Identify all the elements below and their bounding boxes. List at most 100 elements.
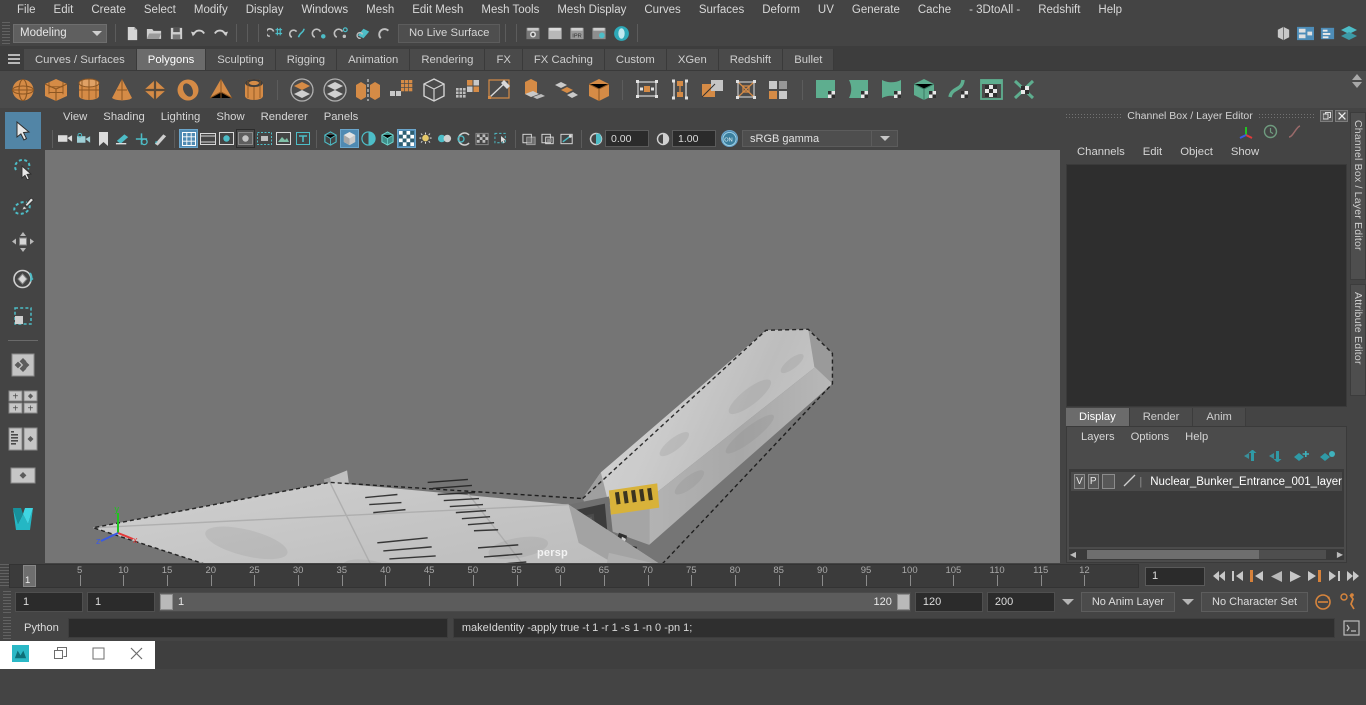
uv-planar-icon[interactable] bbox=[810, 73, 843, 107]
layer-color-swatch-icon[interactable] bbox=[1122, 473, 1138, 491]
playback-start-time-field[interactable]: 1 bbox=[87, 592, 155, 612]
time-slider-grip[interactable] bbox=[0, 564, 9, 588]
undock-icon[interactable] bbox=[1320, 110, 1333, 122]
redo-icon[interactable] bbox=[209, 22, 231, 44]
layer-menu-layers[interactable]: Layers bbox=[1073, 431, 1123, 443]
range-right-handle[interactable] bbox=[896, 594, 910, 610]
motion-blur-icon[interactable] bbox=[454, 129, 473, 148]
single-perspective-layout-icon[interactable] bbox=[5, 457, 41, 494]
color-management-toggle-icon[interactable]: ON bbox=[721, 130, 738, 147]
channel-box-menu-edit[interactable]: Edit bbox=[1134, 146, 1171, 158]
shelf-tab-fx[interactable]: FX bbox=[485, 49, 523, 70]
persp-outliner-layout-icon[interactable]: + + + bbox=[5, 383, 41, 420]
attribute-editor-icon[interactable] bbox=[1316, 22, 1338, 44]
menu-item-redshift[interactable]: Redshift bbox=[1029, 0, 1089, 20]
offset-edge-loop-icon[interactable] bbox=[696, 73, 729, 107]
layer-shading-toggle[interactable] bbox=[1101, 474, 1116, 489]
bridge-icon[interactable] bbox=[582, 73, 615, 107]
step-back-keyframe-icon[interactable] bbox=[1230, 567, 1246, 585]
shelf-scroll-down-icon[interactable] bbox=[1352, 82, 1362, 88]
rotate-tool-icon[interactable] bbox=[5, 260, 41, 297]
ipr-render-icon[interactable] bbox=[544, 22, 566, 44]
gamma-value-field[interactable]: 1.00 bbox=[672, 130, 716, 147]
save-scene-icon[interactable] bbox=[165, 22, 187, 44]
color-space-dropdown-arrow[interactable] bbox=[872, 130, 898, 147]
shadows-icon[interactable] bbox=[416, 129, 435, 148]
select-camera-icon[interactable] bbox=[56, 129, 75, 148]
exposure-value-field[interactable]: 0.00 bbox=[605, 130, 649, 147]
grid-icon[interactable] bbox=[179, 129, 198, 148]
quad-draw-icon[interactable] bbox=[450, 73, 483, 107]
four-view-layout-icon[interactable] bbox=[5, 346, 41, 383]
close-window-icon[interactable] bbox=[130, 647, 143, 663]
animation-end-time-field[interactable]: 200 bbox=[986, 592, 1055, 612]
maximize-window-icon[interactable] bbox=[92, 647, 105, 663]
poly-pipe-icon[interactable] bbox=[237, 73, 270, 107]
menu-item-mesh-display[interactable]: Mesh Display bbox=[548, 0, 635, 20]
scrollbar-track[interactable] bbox=[1087, 550, 1326, 559]
menu-item-curves[interactable]: Curves bbox=[635, 0, 689, 20]
shelf-tab-sculpting[interactable]: Sculpting bbox=[206, 49, 276, 70]
panel-drag-dots[interactable] bbox=[1065, 113, 1123, 119]
range-slider-grip[interactable] bbox=[3, 591, 11, 613]
command-line-grip[interactable] bbox=[3, 617, 11, 639]
snap-to-projected-center-icon[interactable] bbox=[330, 22, 352, 44]
insert-edge-loop-icon[interactable] bbox=[663, 73, 696, 107]
poly-sphere-icon[interactable] bbox=[6, 73, 39, 107]
detach-components-icon[interactable] bbox=[762, 73, 795, 107]
persp-graph-layout-icon[interactable] bbox=[5, 420, 41, 457]
bevel-icon[interactable] bbox=[549, 73, 582, 107]
shelf-tab-polygons[interactable]: Polygons bbox=[136, 49, 207, 70]
camera-attributes-icon[interactable] bbox=[75, 129, 94, 148]
poly-cube-icon[interactable] bbox=[39, 73, 72, 107]
poly-cone-icon[interactable] bbox=[105, 73, 138, 107]
layer-editor-tab-display[interactable]: Display bbox=[1066, 408, 1130, 426]
poly-torus-icon[interactable] bbox=[171, 73, 204, 107]
menu-item-generate[interactable]: Generate bbox=[843, 0, 909, 20]
open-scene-icon[interactable] bbox=[143, 22, 165, 44]
menu-item-windows[interactable]: Windows bbox=[292, 0, 357, 20]
menu-item-cache[interactable]: Cache bbox=[909, 0, 960, 20]
layer-editor-tab-render[interactable]: Render bbox=[1129, 408, 1194, 426]
uv-editor-icon[interactable] bbox=[975, 73, 1008, 107]
outliner-icon[interactable] bbox=[1272, 22, 1294, 44]
menu-item-deform[interactable]: Deform bbox=[753, 0, 809, 20]
anim-layer-dropdown-arrow[interactable] bbox=[1061, 599, 1074, 605]
layer-menu-options[interactable]: Options bbox=[1123, 431, 1178, 443]
menu-item-surfaces[interactable]: Surfaces bbox=[690, 0, 753, 20]
scale-tool-icon[interactable] bbox=[5, 297, 41, 334]
image-plane-icon[interactable] bbox=[113, 129, 132, 148]
step-forward-frame-icon[interactable] bbox=[1306, 567, 1322, 585]
menu-item-modify[interactable]: Modify bbox=[185, 0, 237, 20]
uv-cylindrical-icon[interactable] bbox=[843, 73, 876, 107]
animation-start-time-field[interactable]: 1 bbox=[15, 592, 83, 612]
menu-item-select[interactable]: Select bbox=[135, 0, 185, 20]
connect-components-icon[interactable] bbox=[729, 73, 762, 107]
layer-row[interactable]: V P | Nuclear_Bunker_Entrance_001_layer bbox=[1071, 472, 1342, 491]
xray-joints-icon[interactable] bbox=[558, 129, 577, 148]
snap-to-view-plane-icon[interactable] bbox=[352, 22, 374, 44]
gamma-adjust-icon[interactable] bbox=[653, 129, 672, 148]
shelf-tab-redshift[interactable]: Redshift bbox=[718, 49, 784, 70]
text-overlay-icon[interactable] bbox=[293, 129, 312, 148]
uv-unfold-icon[interactable] bbox=[942, 73, 975, 107]
layer-menu-help[interactable]: Help bbox=[1177, 431, 1216, 443]
resolution-gate-icon[interactable] bbox=[217, 129, 236, 148]
undo-icon[interactable] bbox=[187, 22, 209, 44]
go-to-start-icon[interactable] bbox=[1211, 567, 1227, 585]
animation-preferences-icon[interactable] bbox=[1338, 592, 1360, 612]
xray-icon[interactable] bbox=[520, 129, 539, 148]
channel-box-fields-area[interactable] bbox=[1066, 164, 1347, 407]
snap-to-point-icon[interactable] bbox=[308, 22, 330, 44]
target-weld-icon[interactable] bbox=[630, 73, 663, 107]
scroll-right-icon[interactable]: ▶ bbox=[1336, 550, 1344, 559]
grease-pencil-icon[interactable] bbox=[151, 129, 170, 148]
menu-item-create[interactable]: Create bbox=[82, 0, 135, 20]
move-layer-up-icon[interactable] bbox=[1244, 449, 1259, 465]
shelf-tab-xgen[interactable]: XGen bbox=[666, 49, 719, 70]
menu-set-selector[interactable]: Modeling bbox=[13, 23, 107, 43]
scrollbar-thumb[interactable] bbox=[1087, 550, 1260, 559]
menu-item-mesh[interactable]: Mesh bbox=[357, 0, 403, 20]
snap-to-grid-icon[interactable] bbox=[264, 22, 286, 44]
character-set-selector[interactable]: No Character Set bbox=[1201, 592, 1308, 612]
